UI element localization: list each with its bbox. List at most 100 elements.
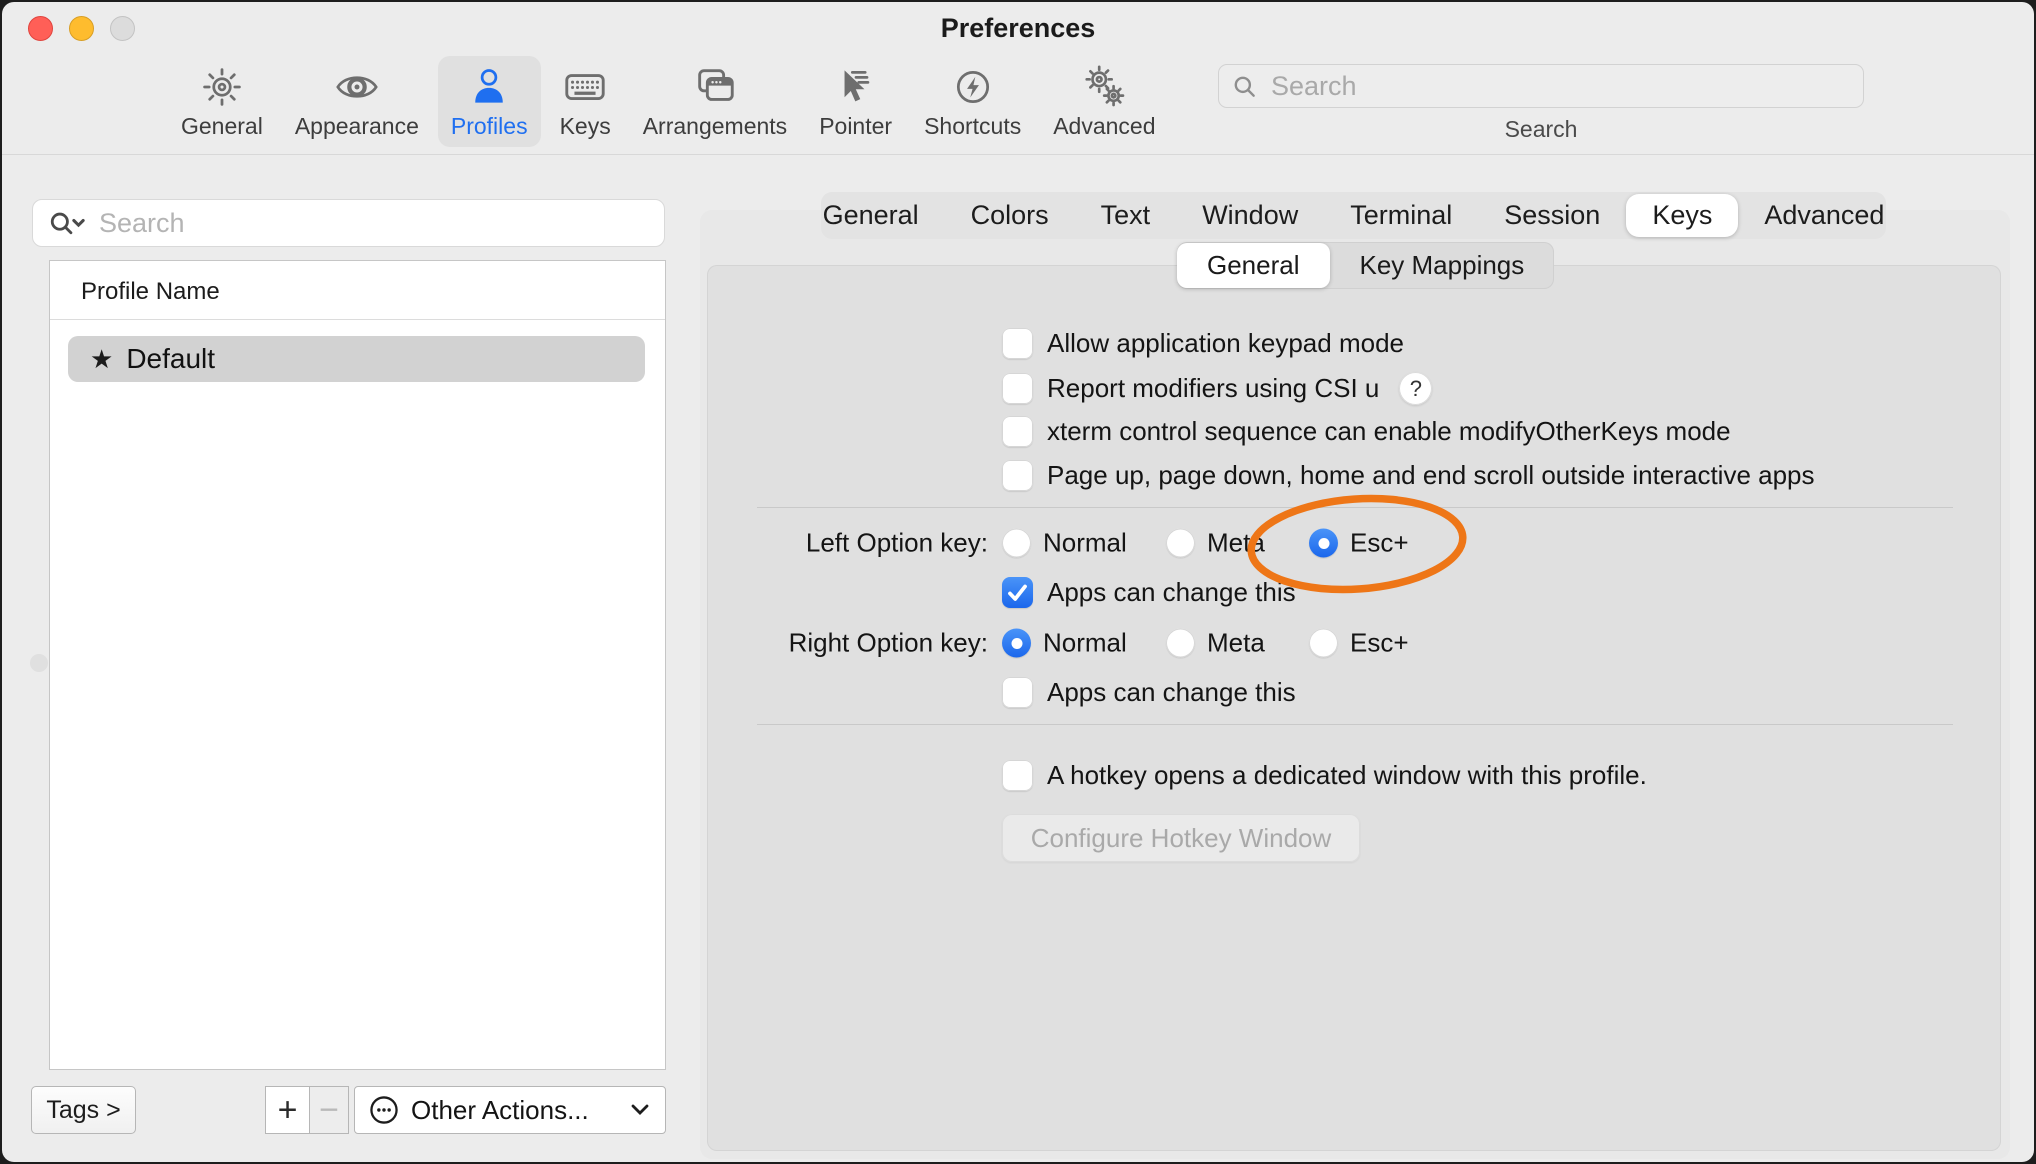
toolbar-item-general[interactable]: General bbox=[168, 56, 276, 147]
toolbar-divider bbox=[2, 154, 2034, 155]
profile-search-field[interactable] bbox=[32, 199, 665, 247]
eye-icon bbox=[334, 64, 380, 110]
pane-resize-dot[interactable] bbox=[30, 654, 48, 672]
toolbar-item-shortcuts[interactable]: Shortcuts bbox=[911, 56, 1034, 147]
help-button[interactable]: ? bbox=[1399, 372, 1432, 405]
checkbox-hotkey-window[interactable] bbox=[1002, 760, 1033, 791]
radio-label: Meta bbox=[1207, 628, 1265, 659]
tab-label: Terminal bbox=[1350, 200, 1452, 230]
toolbar-search-input[interactable] bbox=[1219, 65, 1863, 107]
tab-text[interactable]: Text bbox=[1075, 194, 1177, 237]
right-option-key-label: Right Option key: bbox=[707, 628, 988, 659]
toolbar-item-label: General bbox=[181, 113, 263, 140]
tab-label: Text bbox=[1101, 200, 1151, 230]
checkbox-right-apps-change[interactable] bbox=[1002, 677, 1033, 708]
keys-panel: Allow application keypad mode Report mod… bbox=[707, 265, 2001, 1151]
radio-right-option-normal[interactable] bbox=[1002, 629, 1031, 658]
toolbar-item-label: Arrangements bbox=[643, 113, 787, 140]
checkbox-report-csi-u[interactable] bbox=[1002, 373, 1033, 404]
tab-advanced[interactable]: Advanced bbox=[1738, 194, 1910, 237]
checkbox-page-scroll-outside[interactable] bbox=[1002, 460, 1033, 491]
tab-general[interactable]: General bbox=[797, 194, 945, 237]
header-divider bbox=[50, 319, 665, 320]
checkbox-label: Allow application keypad mode bbox=[1047, 328, 1404, 359]
subtab-label: General bbox=[1207, 250, 1300, 280]
subtab-general[interactable]: General bbox=[1177, 243, 1330, 288]
toolbar-item-arrangements[interactable]: Arrangements bbox=[630, 56, 800, 147]
other-actions-label: Other Actions... bbox=[411, 1095, 618, 1126]
right-option-key-row: Right Option key: Normal Meta Esc+ bbox=[707, 626, 2001, 660]
tab-label: General bbox=[823, 200, 919, 230]
toolbar-item-label: Appearance bbox=[295, 113, 419, 140]
remove-profile-button[interactable]: − bbox=[310, 1086, 349, 1134]
screen: Preferences General bbox=[0, 0, 2036, 1164]
row-xterm-modifyotherkeys: xterm control sequence can enable modify… bbox=[1002, 416, 1731, 447]
checkbox-label: Report modifiers using CSI u bbox=[1047, 373, 1379, 404]
toolbar-item-label: Keys bbox=[560, 113, 611, 140]
row-csi-u: Report modifiers using CSI u ? bbox=[1002, 372, 1432, 405]
radio-left-option-meta[interactable] bbox=[1166, 529, 1195, 558]
configure-hotkey-window-button[interactable]: Configure Hotkey Window bbox=[1002, 814, 1360, 862]
subtab-label: Key Mappings bbox=[1360, 250, 1525, 280]
tab-terminal[interactable]: Terminal bbox=[1324, 194, 1478, 237]
window-title: Preferences bbox=[2, 13, 2034, 44]
profile-list-header: Profile Name bbox=[81, 278, 220, 306]
toolbar-item-label: Shortcuts bbox=[924, 113, 1021, 140]
cursor-icon bbox=[833, 64, 879, 110]
toolbar: General Appearance bbox=[168, 56, 1169, 147]
section-divider bbox=[757, 507, 1953, 508]
row-right-apps-change: Apps can change this bbox=[1002, 677, 1296, 708]
toolbar-item-appearance[interactable]: Appearance bbox=[282, 56, 432, 147]
tab-colors[interactable]: Colors bbox=[945, 194, 1075, 237]
profile-list: Profile Name ★ Default bbox=[49, 260, 666, 1070]
checkbox-left-apps-change[interactable] bbox=[1002, 577, 1033, 608]
add-profile-button[interactable]: + bbox=[265, 1086, 310, 1134]
radio-right-option-meta[interactable] bbox=[1166, 629, 1195, 658]
row-hotkey-window: A hotkey opens a dedicated window with t… bbox=[1002, 760, 1647, 791]
tags-button[interactable]: Tags > bbox=[31, 1086, 136, 1134]
toolbar-item-profiles[interactable]: Profiles bbox=[438, 56, 541, 147]
row-left-apps-change: Apps can change this bbox=[1002, 577, 1296, 608]
double-gear-icon bbox=[1081, 64, 1127, 110]
tab-label: Keys bbox=[1652, 200, 1712, 230]
toolbar-item-keys[interactable]: Keys bbox=[547, 56, 624, 147]
checkbox-label: Apps can change this bbox=[1047, 577, 1296, 608]
profile-row-default[interactable]: ★ Default bbox=[68, 336, 645, 382]
checkbox-label: Apps can change this bbox=[1047, 677, 1296, 708]
subtab-key-mappings[interactable]: Key Mappings bbox=[1330, 243, 1555, 288]
bolt-circle-icon bbox=[950, 64, 996, 110]
profile-search-input[interactable] bbox=[33, 200, 664, 246]
toolbar-item-advanced[interactable]: Advanced bbox=[1040, 56, 1168, 147]
tab-label: Advanced bbox=[1764, 200, 1884, 230]
toolbar-search-area: Search bbox=[1218, 64, 1864, 143]
tab-window[interactable]: Window bbox=[1176, 194, 1324, 237]
add-remove-group: + − bbox=[265, 1086, 349, 1134]
checkbox-allow-keypad[interactable] bbox=[1002, 328, 1033, 359]
radio-label: Meta bbox=[1207, 528, 1265, 559]
tab-label: Colors bbox=[971, 200, 1049, 230]
checkbox-label: Page up, page down, home and end scroll … bbox=[1047, 460, 1815, 491]
keyboard-icon bbox=[562, 64, 608, 110]
tab-keys[interactable]: Keys bbox=[1626, 194, 1738, 237]
tab-label: Session bbox=[1504, 200, 1600, 230]
radio-label: Normal bbox=[1043, 528, 1127, 559]
left-option-key-row: Left Option key: Normal Meta Esc+ bbox=[707, 526, 2001, 560]
gear-icon bbox=[199, 64, 245, 110]
radio-right-option-esc[interactable] bbox=[1309, 629, 1338, 658]
radio-label: Esc+ bbox=[1350, 628, 1409, 659]
checkbox-label: A hotkey opens a dedicated window with t… bbox=[1047, 760, 1647, 791]
radio-label: Esc+ bbox=[1350, 528, 1409, 559]
checkbox-xterm-modifyotherkeys[interactable] bbox=[1002, 416, 1033, 447]
tab-label: Window bbox=[1202, 200, 1298, 230]
toolbar-item-label: Pointer bbox=[819, 113, 892, 140]
profile-tabs: General Colors Text Window Terminal Sess… bbox=[821, 192, 1886, 239]
toolbar-search-label: Search bbox=[1218, 116, 1864, 143]
toolbar-search-field[interactable] bbox=[1218, 64, 1864, 108]
toolbar-item-pointer[interactable]: Pointer bbox=[806, 56, 905, 147]
tab-session[interactable]: Session bbox=[1478, 194, 1626, 237]
keys-subtabs: General Key Mappings bbox=[1177, 242, 1554, 289]
chevron-down-icon bbox=[629, 1102, 651, 1118]
radio-left-option-esc[interactable] bbox=[1309, 529, 1338, 558]
radio-left-option-normal[interactable] bbox=[1002, 529, 1031, 558]
other-actions-dropdown[interactable]: Other Actions... bbox=[354, 1086, 666, 1134]
